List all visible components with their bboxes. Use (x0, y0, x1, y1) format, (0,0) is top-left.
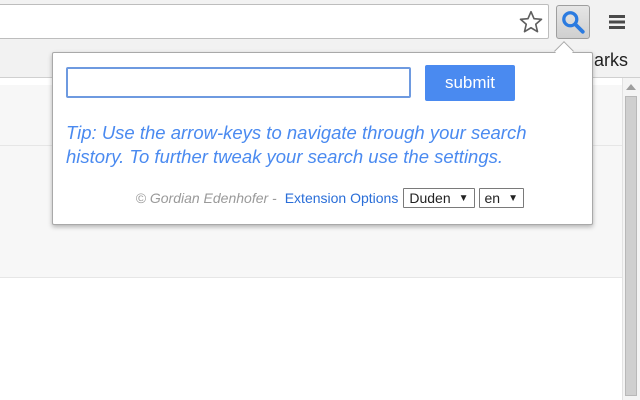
star-outline-icon (519, 10, 543, 33)
search-extension-button[interactable] (556, 5, 590, 39)
content-divider (0, 277, 622, 278)
language-select[interactable]: en ▼ (478, 188, 524, 208)
copyright-text: © Gordian Edenhofer - (135, 190, 277, 206)
search-input[interactable] (66, 67, 411, 98)
scroll-thumb[interactable] (625, 96, 637, 396)
dropdown-arrow-icon: ▼ (508, 192, 518, 204)
popup-footer: © Gordian Edenhofer - Extension Options … (53, 186, 592, 210)
address-bar[interactable] (0, 4, 549, 39)
bookmark-star-button[interactable] (517, 8, 545, 36)
dropdown-arrow-icon: ▼ (458, 192, 469, 204)
magnifier-icon (562, 11, 585, 34)
extension-options-link[interactable]: Extension Options (285, 190, 399, 206)
search-popup: submit Tip: Use the arrow-keys to naviga… (52, 52, 593, 225)
dictionary-select-value: Duden (409, 190, 451, 206)
browser-menu-button[interactable] (604, 8, 630, 36)
tip-text: Tip: Use the arrow-keys to navigate thro… (66, 122, 527, 167)
page-scrollbar[interactable] (622, 78, 640, 400)
dictionary-select[interactable]: Duden ▼ (403, 188, 475, 208)
submit-button[interactable]: submit (425, 65, 515, 101)
browser-toolbar (0, 0, 640, 46)
scroll-up-arrow-icon[interactable] (626, 84, 636, 90)
language-select-value: en (484, 190, 501, 206)
hamburger-menu-icon (609, 15, 625, 29)
bookmarks-label[interactable]: arks (594, 50, 628, 71)
